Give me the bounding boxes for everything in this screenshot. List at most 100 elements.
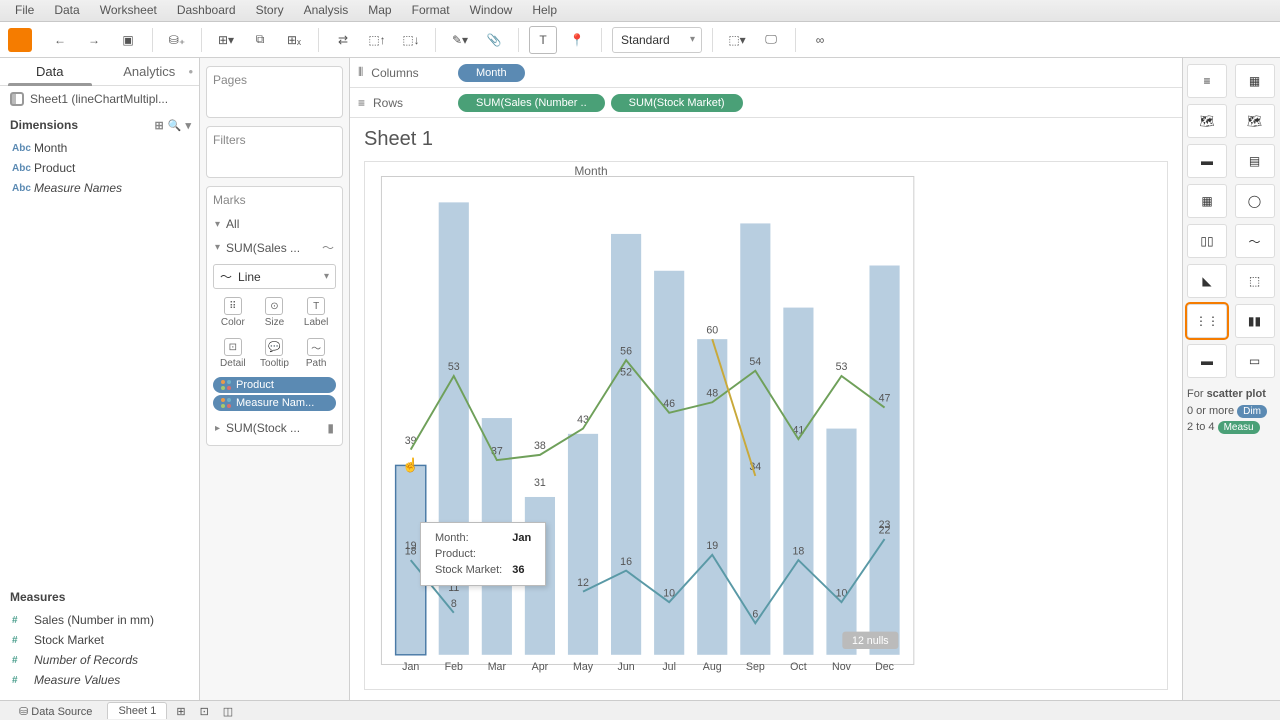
mark-path[interactable]: 〜Path [296,334,336,373]
menu-story[interactable]: Story [246,0,294,21]
menu-icon[interactable]: ▾ [185,119,191,132]
menu-analysis[interactable]: Analysis [294,0,359,21]
row-pill-stock[interactable]: SUM(Stock Market) [611,94,743,112]
chart-view[interactable]: Month 3953373843564648544153471931526034… [364,161,1168,690]
svg-text:12: 12 [577,577,589,589]
menu-format[interactable]: Format [402,0,460,21]
dimension-month[interactable]: AbcMonth [0,138,199,158]
marks-stock[interactable]: ▸SUM(Stock ...▮ [213,417,336,439]
sm-table-icon[interactable]: ≡ [1187,64,1227,98]
datasource-item[interactable]: Sheet1 (lineChartMultipl... [0,86,199,112]
sm-histogram-icon[interactable]: ▮▮ [1235,304,1275,338]
columns-shelf[interactable]: ⦀Columns Month [350,58,1182,88]
sm-map1-icon[interactable]: 🗺 [1187,104,1227,138]
sheet-title[interactable]: Sheet 1 [350,118,1182,157]
col-pill-month[interactable]: Month [458,64,525,82]
tab-data[interactable]: Data [0,58,100,85]
menu-help[interactable]: Help [522,0,567,21]
svg-text:May: May [573,661,594,673]
svg-text:54: 54 [749,356,761,368]
sm-bullet-icon[interactable]: ▭ [1235,344,1275,378]
tab-sheet1[interactable]: Sheet 1 [107,702,167,719]
sm-dual-icon[interactable]: ⬚ [1235,264,1275,298]
dimension-product[interactable]: AbcProduct [0,158,199,178]
sm-stacked-icon[interactable]: ▤ [1235,144,1275,178]
mark-color[interactable]: ⠿Color [213,293,253,332]
highlight-button[interactable]: ✎▾ [446,26,474,54]
mark-detail[interactable]: ⊡Detail [213,334,253,373]
back-button[interactable]: ← [46,26,74,54]
datasource-icon [10,92,24,106]
pin-button[interactable]: 📍 [563,26,591,54]
svg-text:53: 53 [836,361,848,373]
svg-text:Feb: Feb [445,661,463,673]
swap-button[interactable]: ⇄ [329,26,357,54]
tab-datasource[interactable]: ⛁ Data Source [8,702,103,720]
sm-gantt-icon[interactable]: ▬ [1187,344,1227,378]
measure-sales[interactable]: #Sales (Number in mm) [0,610,199,630]
svg-text:53: 53 [448,361,460,373]
sm-heatmap-icon[interactable]: ▦ [1235,64,1275,98]
sm-circle-icon[interactable]: ◯ [1235,184,1275,218]
duplicate-button[interactable]: ⧉ [246,26,274,54]
sm-sidebyside-icon[interactable]: ▯▯ [1187,224,1227,258]
marks-sales[interactable]: ▾SUM(Sales ...〜 [213,235,336,260]
presentation-button[interactable]: 🖵 [757,26,785,54]
svg-text:18: 18 [792,545,804,557]
save-button[interactable]: ▣ [114,26,142,54]
group-button[interactable]: 📎 [480,26,508,54]
tab-analytics[interactable]: Analytics• [100,58,200,85]
pages-shelf[interactable]: Pages [206,66,343,118]
measure-values[interactable]: #Measure Values [0,670,199,690]
tooltip: Month:Jan Product: Stock Market:36 [420,522,546,586]
sm-treemap-icon[interactable]: ▦ [1187,184,1227,218]
mark-type-select[interactable]: 〜Line▾ [213,264,336,289]
mark-size[interactable]: ⊙Size [255,293,295,332]
row-pill-sales[interactable]: SUM(Sales (Number .. [458,94,605,112]
forward-button[interactable]: → [80,26,108,54]
sm-area-icon[interactable]: ◣ [1187,264,1227,298]
menu-dashboard[interactable]: Dashboard [167,0,246,21]
new-worksheet-button[interactable]: ⊞▾ [212,26,240,54]
svg-text:Apr: Apr [532,661,549,673]
fit-selector[interactable]: Standard [612,27,702,53]
measure-records[interactable]: #Number of Records [0,650,199,670]
menu-data[interactable]: Data [44,0,89,21]
measure-stock[interactable]: #Stock Market [0,630,199,650]
view-icon[interactable]: ⊞ [155,119,164,132]
menu-file[interactable]: File [5,0,44,21]
sort-desc-button[interactable]: ⬚↓ [397,26,425,54]
show-me-panel: ≡ ▦ 🗺 🗺 ▬ ▤ ▦ ◯ ▯▯ 〜 ◣ ⬚ ⋮⋮ ▮▮ ▬ ▭ For s… [1182,58,1280,700]
rows-shelf[interactable]: ≡Rows SUM(Sales (Number .. SUM(Stock Mar… [350,88,1182,118]
new-dashboard-button[interactable]: ⊡ [195,702,214,720]
mark-label[interactable]: TLabel [296,293,336,332]
labels-button[interactable]: T [529,26,557,54]
mark-tooltip[interactable]: 💬Tooltip [255,334,295,373]
search-icon[interactable]: 🔍 [168,119,182,132]
new-story-button[interactable]: ◫ [218,702,238,720]
clear-button[interactable]: ⊞ₓ [280,26,308,54]
new-datasource-button[interactable]: ⛁₊ [163,26,191,54]
color-pill-product[interactable]: Product [213,377,336,393]
sm-hbar-icon[interactable]: ▬ [1187,144,1227,178]
svg-text:Jul: Jul [662,661,676,673]
sm-line-icon[interactable]: 〜 [1235,224,1275,258]
menu-map[interactable]: Map [358,0,401,21]
share-button[interactable]: ∞ [806,26,834,54]
dimension-measure-names[interactable]: AbcMeasure Names [0,178,199,198]
new-sheet-button[interactable]: ⊞ [171,702,190,720]
marks-card: Marks ▾All ▾SUM(Sales ...〜 〜Line▾ ⠿Color… [206,186,343,446]
menu-window[interactable]: Window [460,0,523,21]
menu-worksheet[interactable]: Worksheet [90,0,167,21]
sort-asc-button[interactable]: ⬚↑ [363,26,391,54]
svg-text:Mar: Mar [488,661,507,673]
color-pill-measure[interactable]: Measure Nam... [213,395,336,411]
filters-shelf[interactable]: Filters [206,126,343,178]
sm-map2-icon[interactable]: 🗺 [1235,104,1275,138]
svg-text:Sep: Sep [746,661,765,673]
show-cards-button[interactable]: ⬚▾ [723,26,751,54]
show-me-hint: For scatter plot 0 or more Dim 2 to 4 Me… [1187,386,1276,436]
marks-all[interactable]: ▾All [213,213,336,235]
sm-scatter-icon[interactable]: ⋮⋮ [1187,304,1227,338]
shelves-panel: Pages Filters Marks ▾All ▾SUM(Sales ...〜… [200,58,350,700]
